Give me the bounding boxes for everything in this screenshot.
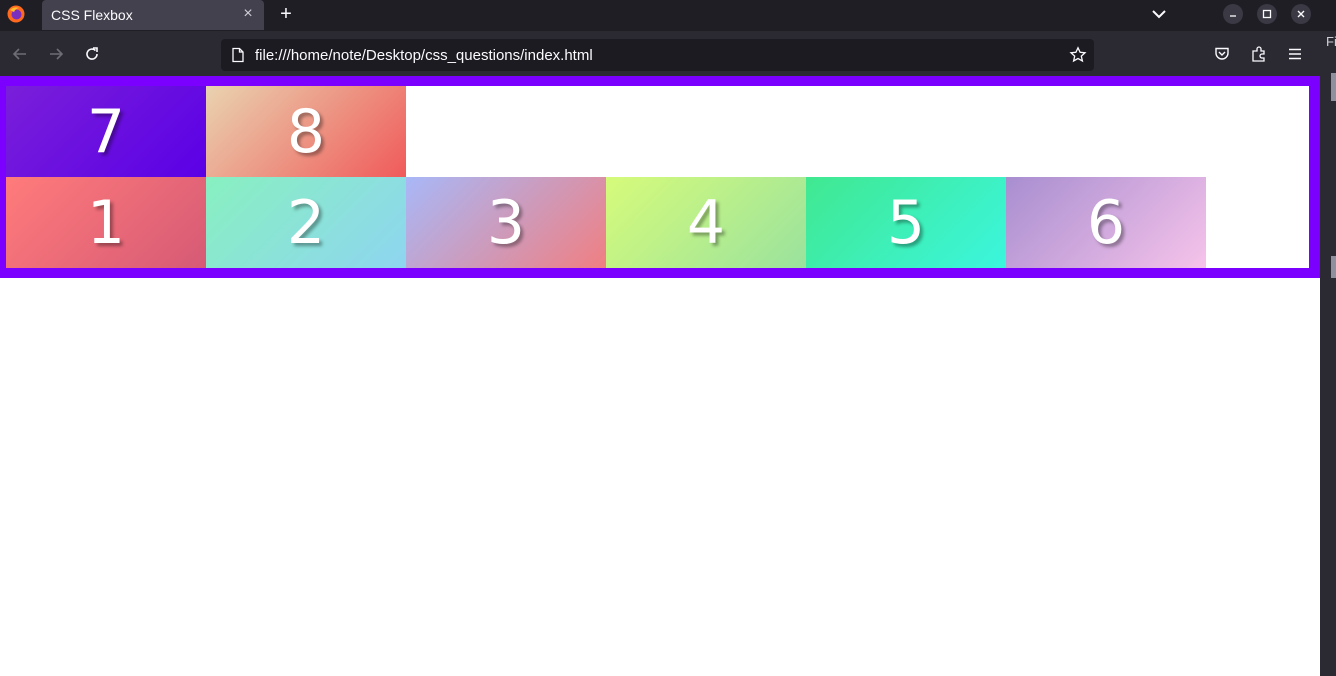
sidebar-strip: Fi	[1320, 31, 1336, 676]
flex-item-label: 6	[1086, 187, 1126, 258]
list-all-tabs-icon[interactable]	[1149, 5, 1169, 23]
reload-icon[interactable]	[81, 43, 103, 65]
flex-container: 7 8 1 2 3 4 5 6	[0, 76, 1320, 278]
tab-title: CSS Flexbox	[51, 7, 133, 23]
flex-item-label: 3	[486, 187, 526, 258]
flex-item-label: 5	[886, 187, 926, 258]
flex-item-6: 6	[1006, 177, 1206, 268]
address-bar[interactable]: file:///home/note/Desktop/css_questions/…	[221, 39, 1094, 71]
close-window-button[interactable]	[1291, 4, 1311, 24]
forward-arrow-icon[interactable]	[45, 43, 67, 65]
new-tab-button[interactable]: +	[276, 3, 296, 25]
flex-item-label: 2	[286, 187, 326, 258]
flex-container-inner: 7 8 1 2 3 4 5 6	[6, 86, 1309, 268]
flex-item-5: 5	[806, 177, 1006, 268]
sidebar-label: Fi	[1326, 34, 1336, 49]
tab-css-flexbox[interactable]: CSS Flexbox ×	[42, 0, 264, 30]
pocket-icon[interactable]	[1211, 43, 1233, 65]
page-icon	[232, 47, 244, 63]
menu-hamburger-icon[interactable]	[1284, 43, 1306, 65]
close-tab-icon[interactable]: ×	[240, 6, 256, 22]
flex-item-label: 1	[86, 187, 126, 258]
maximize-button[interactable]	[1257, 4, 1277, 24]
minimize-button[interactable]	[1223, 4, 1243, 24]
flex-item-3: 3	[406, 177, 606, 268]
flex-item-label: 8	[286, 96, 326, 167]
flex-item-7: 7	[6, 86, 206, 177]
tab-bar: CSS Flexbox × +	[0, 0, 1336, 31]
flex-item-1: 1	[6, 177, 206, 268]
sidebar-marker	[1331, 256, 1336, 278]
url-text[interactable]: file:///home/note/Desktop/css_questions/…	[255, 47, 593, 64]
firefox-logo-icon[interactable]	[6, 4, 26, 24]
flex-item-label: 4	[686, 187, 726, 258]
flex-item-label: 7	[86, 96, 126, 167]
flex-item-4: 4	[606, 177, 806, 268]
page-viewport: 7 8 1 2 3 4 5 6	[0, 76, 1320, 676]
close-icon	[1297, 10, 1305, 18]
navigation-toolbar: file:///home/note/Desktop/css_questions/…	[0, 31, 1320, 76]
minimize-icon	[1230, 15, 1236, 17]
bookmark-star-icon[interactable]	[1069, 46, 1087, 64]
sidebar-marker	[1331, 73, 1336, 101]
flex-item-8: 8	[206, 86, 406, 177]
back-arrow-icon[interactable]	[9, 43, 31, 65]
extensions-icon[interactable]	[1248, 43, 1270, 65]
flex-item-2: 2	[206, 177, 406, 268]
maximize-icon	[1262, 9, 1272, 19]
